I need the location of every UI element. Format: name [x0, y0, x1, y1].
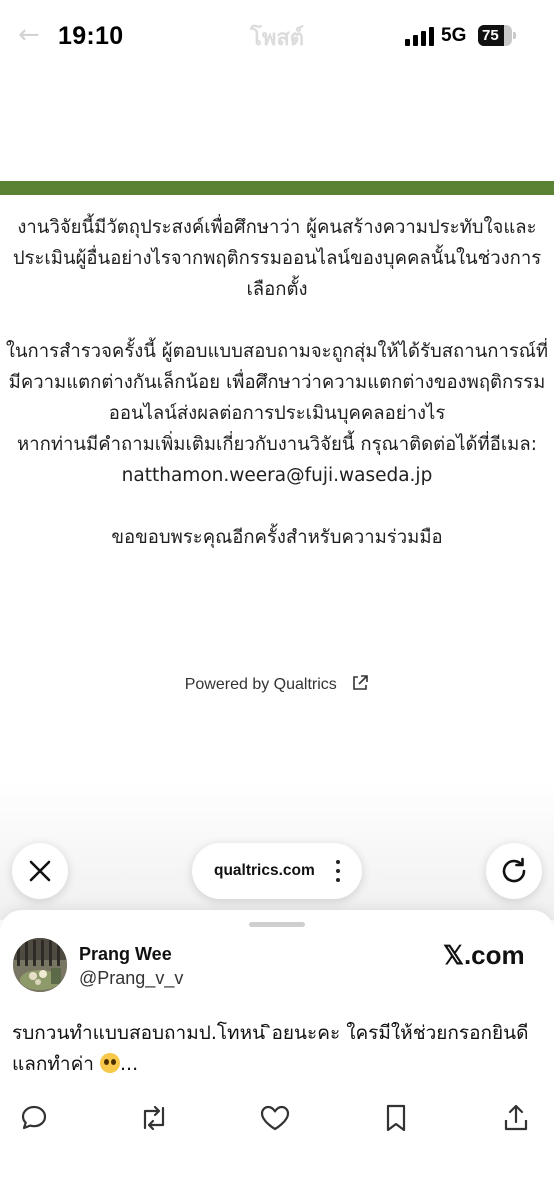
back-arrow-icon: ←	[18, 20, 40, 50]
repost-button[interactable]	[136, 1100, 172, 1136]
tweet-author-name[interactable]: Prang Wee	[79, 944, 172, 965]
sheet-grabber[interactable]	[249, 922, 305, 927]
survey-paragraph-purpose: งานวิจัยนี้มีวัตถุประสงค์เพื่อศึกษาว่า ผ…	[12, 217, 542, 300]
like-icon	[260, 1105, 290, 1131]
tweet-card[interactable]: Prang Wee @Prang_v_v 𝕏.com รบกวนทำแบบสอบ…	[0, 910, 554, 1200]
avatar[interactable]	[13, 938, 67, 992]
status-bar: ← โพสต์ 19:10 5G 75	[0, 0, 554, 72]
survey-paragraph-contact: หากท่านมีคำถามเพิ่มเติมเกี่ยวกับงานวิจัย…	[17, 434, 537, 486]
powered-by-label: Powered by Qualtrics	[184, 676, 337, 693]
powered-by-link[interactable]: Powered by Qualtrics	[0, 674, 554, 697]
tweet-body: รบกวนทำแบบสอบถามป.โทหน่ ิอยนะคะ ใครมีให้…	[12, 1022, 529, 1075]
vertical-dots-icon[interactable]	[336, 860, 340, 882]
bookmark-icon	[386, 1104, 406, 1132]
pleading-face-emoji	[100, 1053, 121, 1073]
battery-level: 75	[482, 27, 499, 44]
bookmark-button[interactable]	[378, 1100, 414, 1136]
reload-icon	[502, 857, 526, 883]
survey-content: งานวิจัยนี้มีวัตถุประสงค์เพื่อศึกษาว่า ผ…	[0, 212, 554, 553]
share-button[interactable]	[498, 1100, 534, 1136]
close-icon	[29, 860, 51, 882]
survey-header-bar	[0, 181, 554, 195]
x-logo[interactable]: 𝕏.com	[443, 940, 525, 971]
share-icon	[504, 1104, 528, 1131]
reload-button[interactable]	[486, 843, 542, 899]
like-button[interactable]	[257, 1100, 293, 1136]
url-text: qualtrics.com	[214, 862, 315, 879]
tweet-text: รบกวนทำแบบสอบถามป.โทหน่ ิอยนะคะ ใครมีให้…	[12, 1018, 547, 1080]
tweet-actions	[0, 1100, 554, 1140]
page-title-ghost: โพสต์	[250, 25, 305, 50]
tweet-author-handle[interactable]: @Prang_v_v	[79, 968, 183, 989]
reply-button[interactable]	[16, 1100, 52, 1136]
tweet-ellipsis: ...	[120, 1053, 139, 1075]
survey-paragraph-method: ในการสำรวจครั้งนี้ ผู้ตอบแบบสอบถามจะถูกส…	[5, 341, 549, 424]
network-type: 5G	[441, 25, 467, 46]
survey-thanks: ขอขอบพระคุณอีกครั้งสำหรับความร่วมมือ	[111, 527, 443, 548]
signal-icon	[405, 26, 435, 46]
status-time: 19:10	[58, 22, 124, 50]
battery-icon: 75	[478, 25, 516, 46]
close-button[interactable]	[12, 843, 68, 899]
external-link-icon	[351, 674, 369, 697]
repost-icon	[143, 1105, 165, 1131]
url-bar[interactable]: qualtrics.com	[192, 843, 362, 899]
reply-icon	[21, 1105, 47, 1130]
